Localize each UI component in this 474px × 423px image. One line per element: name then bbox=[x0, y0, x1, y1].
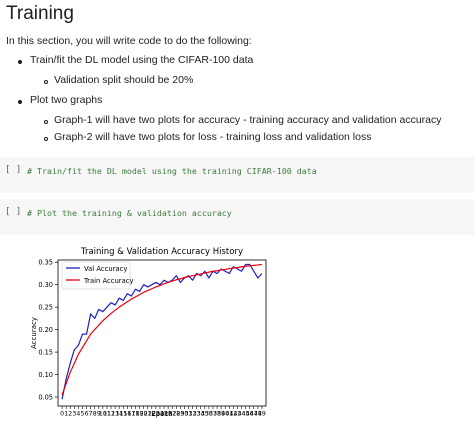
chart-title: Training & Validation Accuracy History bbox=[80, 247, 243, 257]
code-cell[interactable]: [ ] # Plot the training & validation acc… bbox=[0, 199, 474, 235]
x-axis-label: Epoch bbox=[151, 410, 172, 418]
y-axis: 0.05 0.10 0.15 0.20 0.25 0.30 0.35 bbox=[38, 259, 58, 401]
list-item: Validation split should be 20% bbox=[54, 74, 194, 86]
code-line[interactable]: # Plot the training & validation accurac… bbox=[27, 208, 232, 218]
code-line[interactable]: # Train/fit the DL model using the train… bbox=[27, 166, 317, 176]
cell-run-prompt[interactable]: [ ] bbox=[5, 165, 21, 175]
bullet-icon bbox=[44, 80, 48, 84]
list-item: Graph-2 will have two plots for loss - t… bbox=[54, 131, 372, 143]
accuracy-chart: Training & Validation Accuracy History 0… bbox=[30, 247, 267, 418]
code-cell[interactable]: [ ] # Train/fit the DL model using the t… bbox=[0, 157, 474, 193]
legend-label: Val Accuracy bbox=[84, 265, 127, 273]
y-tick-label: 0.30 bbox=[38, 281, 53, 289]
list-item: Plot two graphs bbox=[30, 94, 103, 106]
y-axis-label: Accuracy bbox=[30, 317, 38, 349]
legend: Val Accuracy Train Accuracy bbox=[61, 261, 134, 290]
bullet-icon bbox=[18, 100, 22, 104]
bullet-icon bbox=[44, 137, 48, 141]
list-item: Graph-1 will have two plots for accuracy… bbox=[54, 114, 442, 126]
y-tick-label: 0.20 bbox=[38, 326, 53, 334]
y-tick-label: 0.10 bbox=[38, 371, 53, 379]
list-item: Train/fit the DL model using the CIFAR-1… bbox=[30, 54, 254, 66]
section-title: Training bbox=[6, 3, 74, 24]
y-tick-label: 0.05 bbox=[38, 393, 53, 401]
bullet-icon bbox=[18, 60, 22, 64]
y-tick-label: 0.25 bbox=[38, 303, 53, 311]
y-tick-label: 0.15 bbox=[38, 348, 53, 356]
legend-label: Train Accuracy bbox=[83, 277, 134, 285]
bullet-icon bbox=[44, 120, 48, 124]
x-tick-label: 49 bbox=[258, 411, 266, 418]
cell-run-prompt[interactable]: [ ] bbox=[5, 207, 21, 217]
cell-output: Training & Validation Accuracy History 0… bbox=[0, 238, 474, 418]
y-tick-label: 0.35 bbox=[38, 259, 53, 267]
intro-text: In this section, you will write code to … bbox=[6, 35, 252, 47]
